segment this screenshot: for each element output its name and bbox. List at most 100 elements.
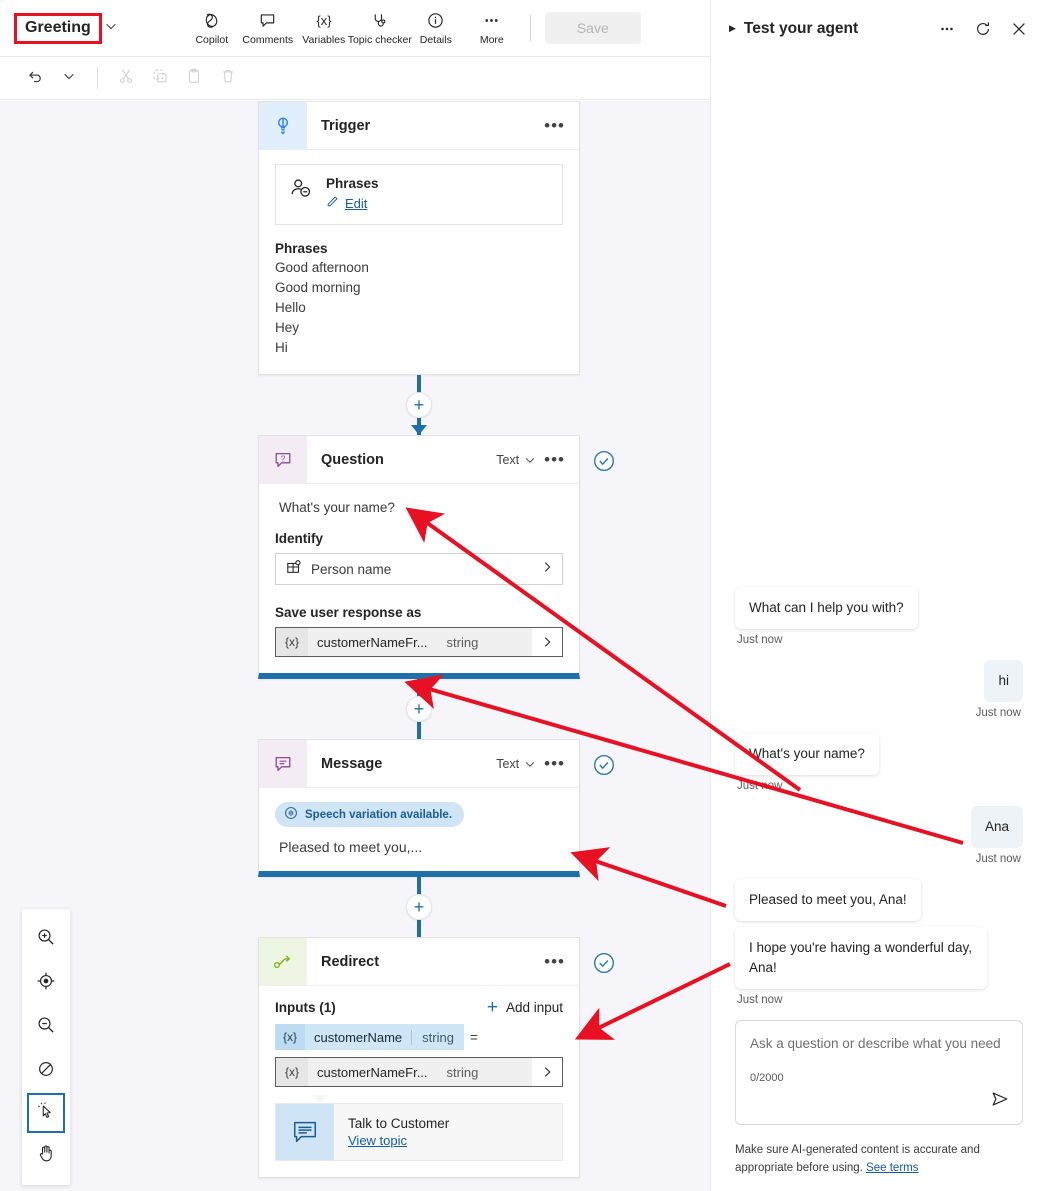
node-more-icon[interactable]: ••• [540,953,569,970]
speech-variation-label: Speech variation available. [305,808,453,821]
command-bar: Greeting Copilot Comments {x} Variables … [0,0,710,57]
test-panel-header: ▶ Test your agent [711,0,1047,57]
node-header-actions: ••• [540,938,579,985]
speech-variation-badge[interactable]: Speech variation available. [275,802,465,827]
reset-zoom-button[interactable] [27,1049,65,1093]
pan-hand-button[interactable] [27,1133,65,1177]
cut-icon [117,67,135,90]
add-node-button[interactable]: + [406,894,432,920]
close-icon[interactable] [1005,15,1033,43]
send-icon[interactable] [990,1089,1010,1114]
trash-icon [219,67,237,90]
message-text[interactable]: Pleased to meet you,... [275,839,563,855]
add-input-button[interactable]: + Add input [487,998,563,1017]
variable-type: string [436,628,532,656]
toolbar-label: Variables [302,33,346,46]
toolbar-button-variables[interactable]: {x} Variables [296,8,352,49]
add-input-label: Add input [505,1000,563,1015]
save-button[interactable]: Save [544,12,641,44]
authoring-canvas-pane: Greeting Copilot Comments {x} Variables … [0,0,710,1191]
input-parameter-pill[interactable]: {x} customerName string [275,1024,464,1050]
zoom-out-button[interactable] [27,1005,65,1049]
node-message[interactable]: Message Text ••• Speech variation availa… [258,739,615,877]
identify-entity-selector[interactable]: Person name [275,553,563,585]
pan-hand-icon [36,1143,56,1168]
variable-token-icon: {x} [276,628,308,656]
input-value-variable[interactable]: {x} customerNameFr... string [275,1057,563,1087]
node-header-actions: ••• [540,102,579,149]
refresh-icon[interactable] [969,15,997,43]
node-header: Redirect ••• [259,938,579,986]
phrase-card-text: Phrases Edit [326,176,379,213]
connector-message-redirect: + [258,877,580,937]
copy-button[interactable] [143,63,177,93]
speech-wave-icon [284,806,298,823]
phrase-item: Hi [275,340,288,355]
fit-to-view-button[interactable] [27,961,65,1005]
toolbar-button-topic-checker[interactable]: Topic checker [348,8,412,49]
node-more-icon[interactable]: ••• [540,451,569,468]
delete-button[interactable] [211,63,245,93]
chat-timestamp: Just now [737,994,783,1006]
node-status-check-icon [593,754,615,776]
question-prompt-text[interactable]: What's your name? [275,498,563,531]
redirect-target-card[interactable]: Talk to Customer View topic [275,1095,563,1161]
cut-button[interactable] [109,63,143,93]
toolbar-button-copilot[interactable]: Copilot [184,8,240,49]
message-type-selector[interactable]: Text [496,757,536,771]
undo-button[interactable] [18,63,52,93]
see-terms-link[interactable]: See terms [866,1162,918,1174]
undo-dropdown-button[interactable] [52,63,86,93]
chat-message-bot: What's your name? Just now [735,733,1023,806]
node-more-icon[interactable]: ••• [540,755,569,772]
expand-caret-icon[interactable]: ▶ [729,23,736,34]
chat-composer[interactable]: Ask a question or describe what you need… [735,1020,1023,1125]
phrase-edit-row[interactable]: Edit [326,194,379,213]
chat-input-placeholder[interactable]: Ask a question or describe what you need [750,1033,1008,1054]
phrase-edit-link[interactable]: Edit [345,196,367,211]
topic-icon [276,1104,334,1160]
chat-message-user: hi Just now [735,660,1023,733]
toolbar-button-details[interactable]: Details [408,8,464,49]
topic-card-body: Talk to Customer View topic [334,1104,449,1160]
flow-canvas[interactable]: Trigger ••• Phrases Edit Phrases Good af… [0,101,710,1191]
node-header: ? Question Text ••• [259,436,579,484]
command-bar-items: Copilot Comments {x} Variables Topic che… [184,8,520,49]
toolbar-label: Topic checker [347,33,412,46]
variable-name: customerNameFr... [308,1058,437,1086]
trigger-phrases-card[interactable]: Phrases Edit [275,164,563,225]
message-icon [259,740,307,787]
pointer-select-icon [36,1101,56,1126]
chevron-down-icon[interactable] [104,19,118,38]
svg-text:?: ? [281,453,286,463]
question-type-selector[interactable]: Text [496,453,536,467]
topic-title-group[interactable]: Greeting [0,12,118,44]
chat-timestamp: Just now [737,780,783,792]
zoom-in-button[interactable] [27,917,65,961]
add-node-button[interactable]: + [406,392,432,418]
chat-message-bot: What can I help you with? Just now [735,587,1023,660]
node-question[interactable]: ? Question Text ••• What's your name? Id… [258,435,615,679]
chevron-right-icon[interactable] [532,1065,562,1079]
node-redirect[interactable]: Redirect ••• Inputs (1) + Add input {x} … [258,937,615,1178]
undo-icon [26,67,44,90]
toolbar-label: More [479,33,504,46]
view-topic-link[interactable]: View topic [348,1133,449,1148]
paste-button[interactable] [177,63,211,93]
pointer-select-button[interactable] [27,1093,65,1133]
toolbar-button-more[interactable]: More [464,8,520,49]
toolbar-label: Details [419,33,452,46]
toolbar-button-comments[interactable]: Comments [240,8,296,49]
save-response-variable[interactable]: {x} customerNameFr... string [275,627,563,657]
node-more-icon[interactable]: ••• [540,117,569,134]
zoom-out-icon [36,1015,56,1040]
chevron-right-icon[interactable] [532,635,562,649]
node-trigger[interactable]: Trigger ••• Phrases Edit Phrases Good af… [258,101,580,375]
chat-bubble: What can I help you with? [735,587,918,629]
more-icon [482,11,501,31]
chat-bubble: hi [984,660,1023,702]
pencil-icon [326,194,340,213]
test-panel-more-icon[interactable] [933,15,961,43]
add-node-button[interactable]: + [406,696,432,722]
